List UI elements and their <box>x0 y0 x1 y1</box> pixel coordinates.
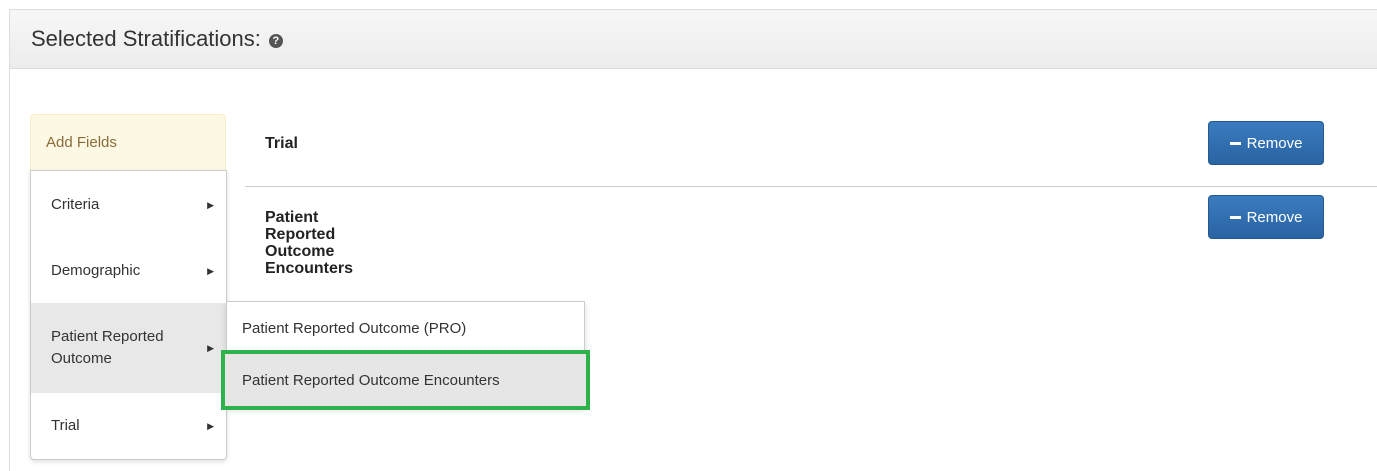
minus-icon <box>1229 215 1241 219</box>
menu-item-demographic[interactable]: Demographic ▶ <box>31 239 226 303</box>
remove-button-label: Remove <box>1246 208 1303 226</box>
divider <box>245 186 1377 187</box>
submenu-item-pro[interactable]: Patient Reported Outcome (PRO) <box>227 302 584 354</box>
help-icon[interactable]: ? <box>268 33 283 48</box>
panel-title: Selected Stratifications: <box>31 26 261 51</box>
stratification-title-pro-encounters: Patient Reported Outcome Encounters <box>265 209 354 277</box>
add-fields-label: Add Fields <box>46 134 117 151</box>
caret-right-icon: ▶ <box>207 199 214 210</box>
caret-right-icon: ▶ <box>207 265 214 276</box>
menu-item-label: Patient Reported Outcome <box>51 328 164 367</box>
panel-heading: Selected Stratifications: ? <box>10 10 1377 69</box>
menu-item-label: Trial <box>51 417 80 434</box>
menu-item-label: Criteria <box>51 196 100 213</box>
caret-right-icon: ▶ <box>207 420 214 431</box>
menu-item-label: Demographic <box>51 262 141 279</box>
remove-button-label: Remove <box>1246 134 1303 152</box>
submenu-item-label: Patient Reported Outcome Encounters <box>242 371 500 389</box>
add-fields-menu: Criteria ▶ Demographic ▶ Patient Reporte… <box>30 170 227 460</box>
stratification-title-trial: Trial <box>265 135 298 152</box>
add-fields-button[interactable]: Add Fields <box>30 114 226 170</box>
submenu-item-pro-encounters[interactable]: Patient Reported Outcome Encounters <box>221 350 590 410</box>
remove-button-pro-encounters[interactable]: Remove <box>1208 195 1324 239</box>
menu-item-patient-reported-outcome[interactable]: Patient Reported Outcome ▶ <box>31 303 226 393</box>
minus-icon <box>1229 141 1241 145</box>
pro-submenu: Patient Reported Outcome (PRO) Patient R… <box>221 301 590 410</box>
submenu-item-label: Patient Reported Outcome (PRO) <box>242 319 467 337</box>
menu-item-trial[interactable]: Trial ▶ <box>31 393 226 459</box>
caret-right-icon: ▶ <box>207 342 214 353</box>
remove-button-trial[interactable]: Remove <box>1208 121 1324 165</box>
menu-item-criteria[interactable]: Criteria ▶ <box>31 171 226 239</box>
